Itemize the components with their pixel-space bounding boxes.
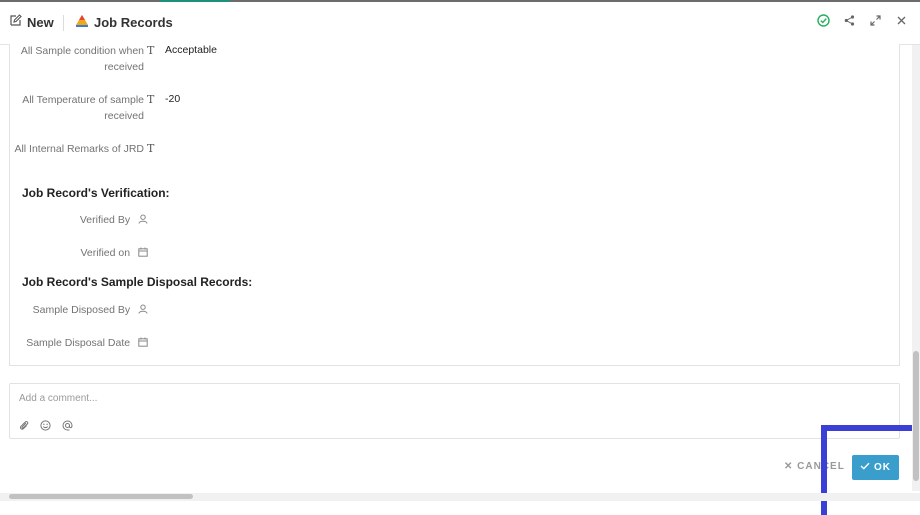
edit-icon — [9, 14, 22, 30]
field-label: Verified on — [80, 247, 131, 259]
close-icon: ✕ — [784, 461, 794, 472]
page-title-text: Job Records — [94, 14, 173, 30]
section-title-verification: Job Record's Verification: — [22, 186, 170, 200]
field-sample-disposal-date[interactable]: Sample Disposal Date — [26, 337, 148, 349]
new-label: New — [27, 14, 54, 30]
calendar-icon — [138, 247, 148, 257]
mention-icon[interactable] — [62, 418, 73, 436]
share-icon[interactable] — [843, 14, 856, 27]
text-type-icon: T — [147, 44, 155, 57]
app-logo-icon — [75, 14, 89, 30]
user-icon — [138, 214, 148, 224]
form-card: All Sample condition when received T Acc… — [9, 44, 900, 366]
attachment-icon[interactable] — [19, 418, 29, 436]
field-label: Sample Disposed By — [32, 304, 131, 316]
expand-icon[interactable] — [869, 14, 882, 27]
field-label: All Internal Remarks of JRD — [14, 143, 144, 155]
vertical-scrollbar[interactable] — [912, 45, 920, 491]
field-value[interactable]: -20 — [165, 93, 180, 105]
horizontal-scrollbar[interactable] — [0, 493, 920, 501]
close-icon[interactable] — [895, 14, 908, 27]
field-value[interactable]: Acceptable — [165, 44, 217, 56]
field-sample-disposed-by[interactable]: Sample Disposed By — [33, 304, 148, 316]
field-label: All Sample condition when received — [20, 45, 144, 73]
field-label: Sample Disposal Date — [26, 337, 131, 349]
header-actions — [817, 14, 908, 27]
comment-toolbar — [19, 418, 73, 436]
header-divider — [63, 15, 64, 31]
field-verified-on[interactable]: Verified on — [80, 247, 148, 259]
field-label: All Temperature of sample received — [22, 94, 144, 122]
dialog-header: New Job Records — [0, 2, 920, 45]
emoji-icon[interactable] — [40, 418, 51, 436]
comment-input[interactable]: Add a comment... — [19, 393, 97, 404]
new-indicator: New — [9, 14, 54, 30]
vertical-scrollbar-thumb[interactable] — [913, 351, 919, 481]
calendar-icon — [138, 337, 148, 347]
user-icon — [138, 304, 148, 314]
text-type-icon: T — [147, 142, 155, 155]
section-title-disposal: Job Record's Sample Disposal Records: — [22, 275, 253, 289]
comment-box[interactable]: Add a comment... — [9, 383, 900, 439]
focus-highlight — [821, 425, 920, 515]
field-label: Verified By — [79, 214, 131, 226]
field-verified-by[interactable]: Verified By — [80, 214, 148, 226]
horizontal-scrollbar-thumb[interactable] — [9, 494, 193, 499]
text-type-icon: T — [147, 93, 155, 106]
page-title: Job Records — [75, 14, 173, 30]
check-circle-icon[interactable] — [817, 14, 830, 27]
